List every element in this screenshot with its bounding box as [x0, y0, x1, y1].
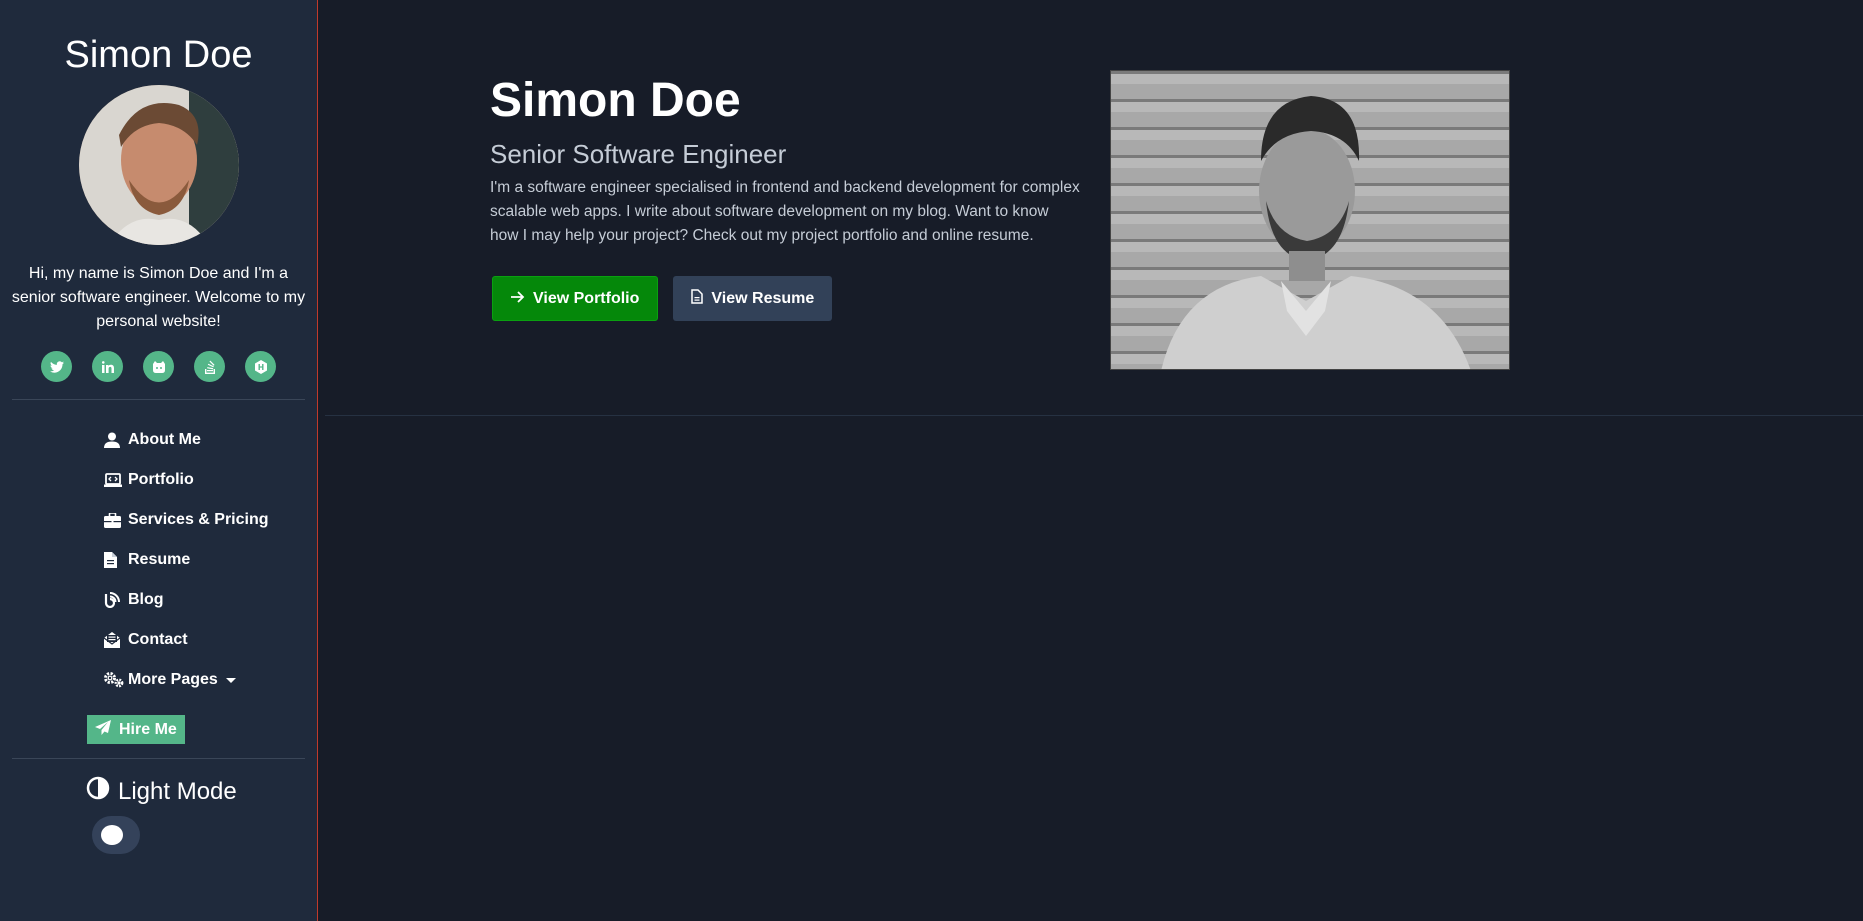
social-links: [0, 351, 317, 382]
view-portfolio-label: View Portfolio: [533, 289, 640, 307]
nav-item-contact[interactable]: Contact: [104, 620, 317, 660]
nav-label: Resume: [128, 551, 191, 568]
nav-label: More Pages: [128, 671, 218, 688]
theme-mode: Light Mode: [86, 776, 237, 807]
briefcase-icon: [104, 512, 128, 528]
mode-label: Light Mode: [118, 777, 237, 805]
nav-item-services[interactable]: Services & Pricing: [104, 500, 317, 540]
sidebar-divider-bottom: [12, 758, 305, 759]
twitter-icon[interactable]: [41, 351, 72, 382]
hero-section: Simon Doe Senior Software Engineer I'm a…: [490, 72, 1080, 321]
hacker-rank-icon[interactable]: [245, 351, 276, 382]
user-icon: [104, 432, 128, 448]
nav-label: About Me: [128, 431, 201, 448]
adjust-icon: [86, 776, 110, 807]
avatar: [78, 85, 239, 245]
sidebar-name: Simon Doe: [64, 34, 253, 76]
nav-item-blog[interactable]: Blog: [104, 580, 317, 620]
nav-item-portfolio[interactable]: Portfolio: [104, 460, 317, 500]
stack-overflow-icon[interactable]: [194, 351, 225, 382]
view-resume-button[interactable]: View Resume: [673, 276, 833, 321]
envelope-open-icon: [104, 632, 128, 648]
nav-item-resume[interactable]: Resume: [104, 540, 317, 580]
chevron-down-icon: [225, 677, 236, 683]
theme-toggle[interactable]: [92, 816, 140, 854]
laptop-code-icon: [104, 473, 128, 487]
nav-label: Contact: [128, 631, 188, 648]
hire-me-label: Hire Me: [119, 720, 177, 738]
toggle-knob: [101, 825, 123, 845]
nav-item-about[interactable]: About Me: [104, 420, 317, 460]
file-icon: [104, 552, 128, 568]
sidebar-nav: About Me Portfolio Services & Pricing Re…: [0, 420, 317, 700]
github-icon[interactable]: [143, 351, 174, 382]
hero-title: Senior Software Engineer: [490, 139, 787, 169]
blog-icon: [104, 592, 128, 608]
sidebar-bio: Hi, my name is Simon Doe and I'm a senio…: [11, 265, 306, 330]
cogs-icon: [104, 672, 128, 688]
nav-item-more-pages[interactable]: More Pages: [104, 660, 317, 700]
hero-name: Simon Doe: [490, 74, 741, 127]
main-content: Simon Doe Senior Software Engineer I'm a…: [319, 0, 1863, 921]
view-portfolio-button[interactable]: View Portfolio: [492, 276, 659, 321]
linkedin-icon[interactable]: [92, 351, 123, 382]
nav-label: Blog: [128, 591, 164, 608]
arrow-right-icon: [511, 290, 525, 308]
hero-text: I'm a software engineer specialised in f…: [490, 179, 1080, 244]
view-resume-label: View Resume: [711, 289, 815, 307]
hire-me-button[interactable]: Hire Me: [87, 715, 185, 744]
profile-photo: [1110, 70, 1510, 370]
section-divider: [325, 415, 1863, 416]
nav-label: Services & Pricing: [128, 511, 269, 528]
sidebar-divider: [12, 399, 305, 400]
hero-buttons: View Portfolio View Resume: [492, 276, 1080, 321]
file-alt-icon: [691, 288, 704, 309]
paper-plane-icon: [95, 719, 111, 740]
nav-label: Portfolio: [128, 471, 194, 488]
sidebar: Simon Doe Hi, my name is Simon Doe and I…: [0, 0, 318, 921]
